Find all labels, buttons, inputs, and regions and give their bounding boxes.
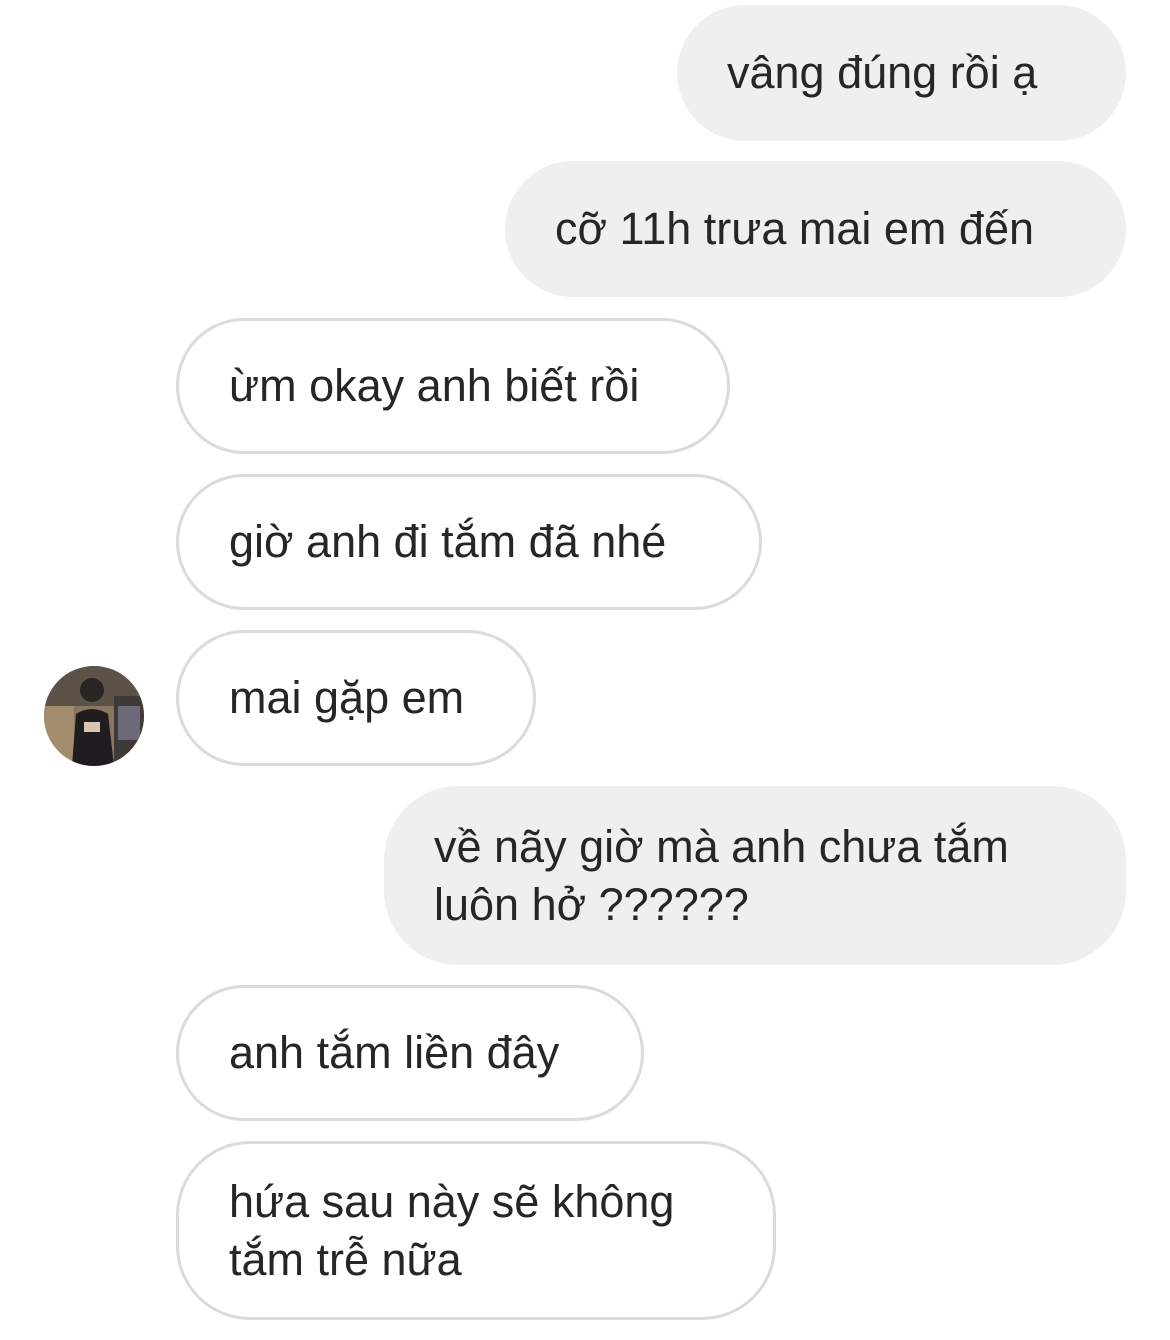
message-text: giờ anh đi tắm đã nhé [229,516,667,567]
message-bubble-received[interactable]: hứa sau này sẽ không tắm trễ nữa [176,1141,776,1320]
message-bubble-sent[interactable]: về nãy giờ mà anh chưa tắm luôn hở ?????… [384,786,1126,965]
message-bubble-received[interactable]: ừm okay anh biết rồi [176,318,730,454]
message-text: ừm okay anh biết rồi [229,360,640,411]
avatar-photo-icon [44,666,144,766]
message-text: cỡ 11h trưa mai em đến [555,203,1035,254]
message-text: mai gặp em [229,672,465,723]
message-bubble-received[interactable]: giờ anh đi tắm đã nhé [176,474,762,610]
message-text: anh tắm liền đây [229,1027,560,1078]
message-bubble-received[interactable]: mai gặp em [176,630,536,766]
message-bubble-sent[interactable]: cỡ 11h trưa mai em đến [505,161,1126,297]
message-text: vâng đúng rồi ạ [727,47,1038,98]
contact-avatar[interactable] [44,666,144,766]
message-text: hứa sau này sẽ không tắm trễ nữa [229,1175,675,1285]
message-bubble-sent[interactable]: vâng đúng rồi ạ [677,5,1126,141]
message-bubble-received[interactable]: anh tắm liền đây [176,985,644,1121]
message-text: về nãy giờ mà anh chưa tắm luôn hở ?????… [434,820,1009,930]
